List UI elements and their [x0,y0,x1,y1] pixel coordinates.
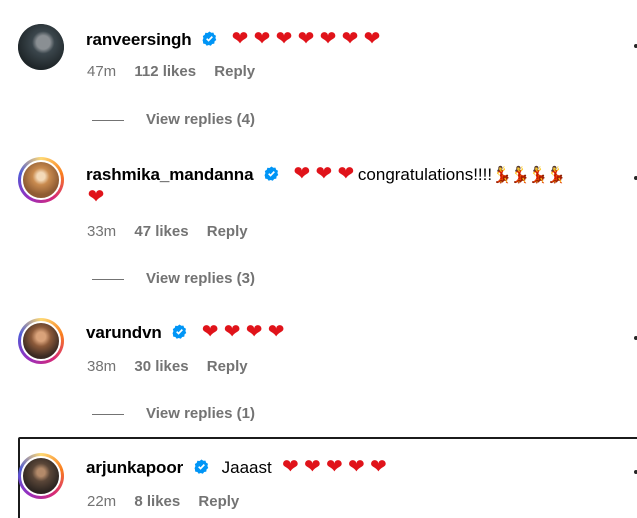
avatar[interactable] [18,157,64,203]
username[interactable]: arjunkapoor [86,458,183,477]
view-replies-button[interactable]: View replies (1) [92,405,255,422]
reply-button[interactable]: Reply [207,358,248,375]
reply-button[interactable]: Reply [207,223,248,240]
comment-meta: 47m 112 likes Reply [87,63,269,80]
heart-emoji: ❤ [201,321,221,343]
heart-emoji: ❤ [326,456,345,478]
avatar[interactable] [18,453,64,499]
verified-badge-icon [194,459,209,474]
heart-emoji: ❤ [348,456,367,478]
verified-badge-icon [173,324,187,339]
view-replies-label[interactable]: View replies (4) [146,111,255,128]
timestamp: 22m [87,493,117,510]
heart-emoji: ❤ [267,321,287,343]
timestamp: 47m [87,63,117,80]
likes-count[interactable]: 47 likes [134,223,188,240]
comment-meta: 22m 8 likes Reply [87,493,253,510]
heart-emoji: ❤ [315,163,335,185]
woman-dancing-emoji: 💃 [546,167,567,184]
heart-emoji: ❤ [282,456,301,478]
username[interactable]: ranveersingh [86,30,192,49]
heart-emoji: ❤ [253,28,273,50]
reply-button[interactable]: Reply [214,63,255,80]
heart-emoji: ❤ [341,28,361,50]
timestamp: 38m [87,358,117,375]
heart-emoji: ❤ [304,456,323,478]
heart-emoji: ❤ [319,28,339,50]
heart-emoji: ❤ [293,163,313,185]
avatar[interactable] [18,24,64,70]
heart-emoji: ❤ [223,321,243,343]
view-replies-button[interactable]: View replies (3) [92,270,255,287]
heart-emoji: ❤ [337,163,357,185]
comment-text: Jaaast [221,458,272,477]
view-replies-label[interactable]: View replies (1) [146,405,255,422]
woman-dancing-emoji: 💃 [510,167,531,184]
dancer-emojis: 💃💃💃💃 [492,165,567,184]
timestamp: 33m [87,223,117,240]
woman-dancing-emoji: 💃 [492,167,513,184]
comment-hearts: ❤ ❤ ❤ [292,163,358,185]
heart-emoji: ❤ [275,28,295,50]
comment-meta: 33m 47 likes Reply [87,223,262,240]
replies-divider [92,278,124,280]
likes-count[interactable]: 8 likes [134,493,180,510]
likes-count[interactable]: 112 likes [134,63,196,80]
heart-emoji: ❤ [231,28,251,50]
username[interactable]: varundvn [86,323,162,342]
comment-meta: 38m 30 likes Reply [87,358,262,375]
username[interactable]: rashmika_mandanna [86,165,254,184]
heart-emoji: ❤ [245,321,265,343]
verified-badge-icon [202,31,217,46]
view-replies-label[interactable]: View replies (3) [146,270,255,287]
heart-emoji: ❤ [87,186,107,208]
avatar[interactable] [18,318,64,364]
woman-dancing-emoji: 💃 [528,167,549,184]
heart-emoji: ❤ [363,28,383,50]
heart-emoji: ❤ [297,28,317,50]
verified-badge-icon [264,166,279,181]
reply-button[interactable]: Reply [198,493,239,510]
replies-divider [92,413,124,415]
heart-emoji: ❤ [370,456,389,478]
comment-hearts: ❤ ❤ ❤ ❤ ❤ [280,456,390,478]
replies-divider [92,119,124,121]
view-replies-button[interactable]: View replies (4) [92,111,255,128]
comment-text: congratulations!!!! [357,165,493,184]
comment-text: ❤ ❤ ❤ ❤ ❤ ❤ ❤ [230,28,384,50]
comment-text: ❤ ❤ ❤ ❤ [200,321,288,343]
likes-count[interactable]: 30 likes [134,358,188,375]
